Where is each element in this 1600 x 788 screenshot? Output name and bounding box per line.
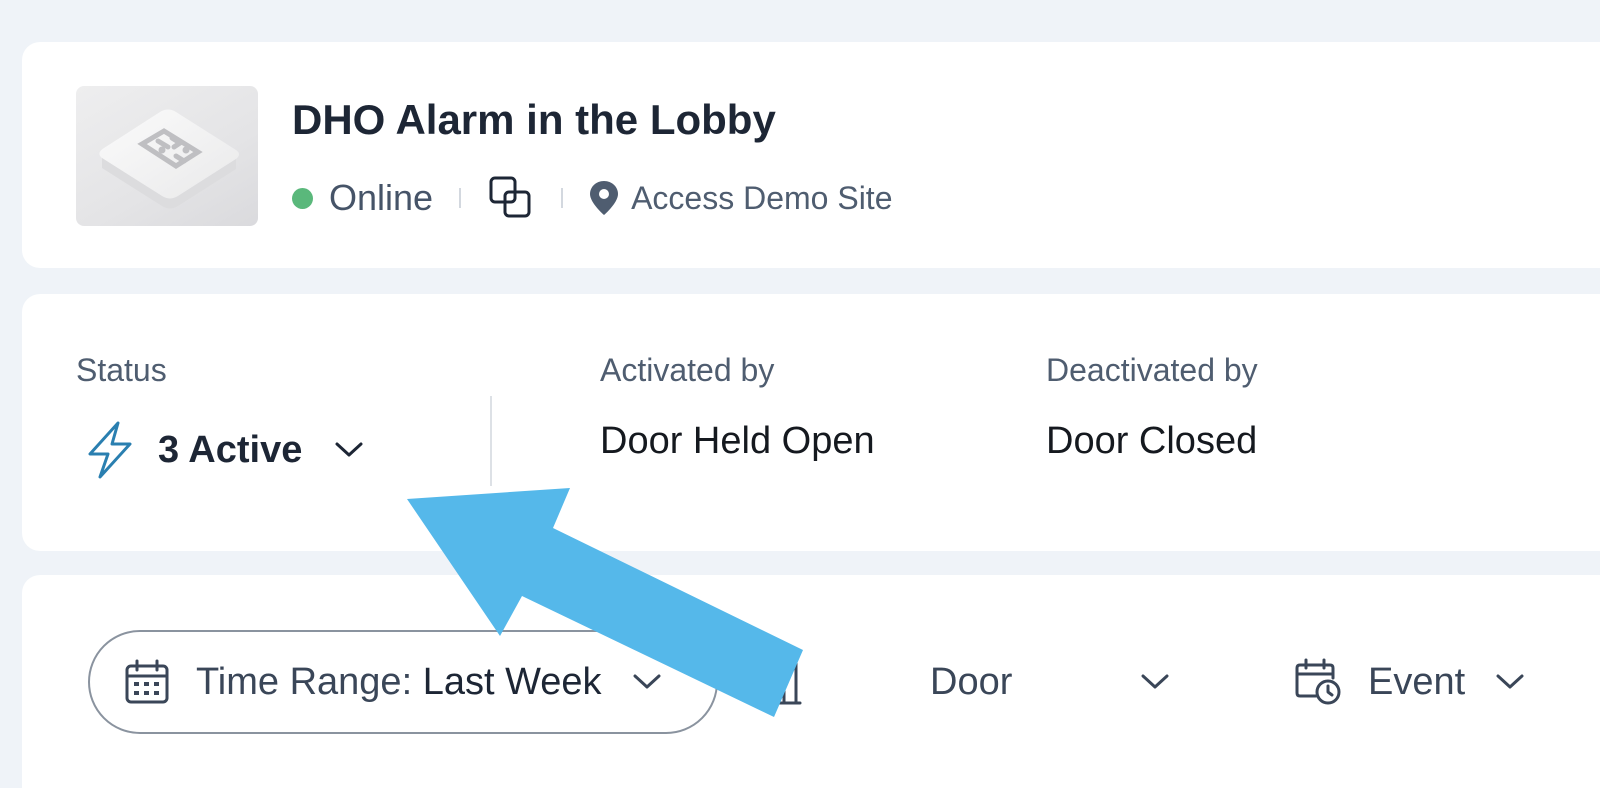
event-filter-label: Event <box>1368 660 1466 703</box>
lightning-bolt-icon <box>82 420 158 480</box>
meta-separator <box>459 188 462 208</box>
status-divider <box>490 396 492 486</box>
calendar-icon <box>124 659 170 705</box>
chevron-down-icon <box>632 673 662 691</box>
status-dropdown[interactable]: 3 Active <box>82 420 364 480</box>
door-filter-label: Door <box>930 660 1013 703</box>
site-link[interactable]: Access Demo Site <box>631 180 892 217</box>
chevron-down-icon <box>1495 673 1525 691</box>
device-status: Online <box>329 177 434 218</box>
event-filters-card: Time Range: Last Week Door Event <box>22 575 1600 788</box>
copy-icon[interactable] <box>487 174 535 222</box>
activated-by-label: Activated by <box>600 352 775 388</box>
time-range-value: Last Week <box>422 660 602 703</box>
activated-by-value: Door Held Open <box>600 420 875 462</box>
deactivated-by-label: Deactivated by <box>1046 352 1258 388</box>
time-range-text: Time Range: Last Week <box>196 661 602 704</box>
calendar-clock-icon <box>1294 658 1342 706</box>
device-meta-row: Online Access Demo Site <box>292 172 892 224</box>
status-label: Status <box>76 352 167 388</box>
time-range-prefix: Time Range: <box>196 660 413 703</box>
location-pin-icon <box>589 180 631 216</box>
door-filter[interactable]: Door <box>762 637 1170 727</box>
chevron-down-icon <box>334 441 364 459</box>
alarm-detail-page: DHO Alarm in the Lobby Online Access Dem… <box>0 0 1600 788</box>
status-value: 3 Active <box>158 428 303 471</box>
time-range-filter[interactable]: Time Range: Last Week <box>88 630 718 734</box>
event-filter[interactable]: Event <box>1294 637 1525 727</box>
deactivated-by-value: Door Closed <box>1046 420 1258 462</box>
meta-separator <box>561 188 564 208</box>
status-dot <box>292 187 313 209</box>
device-thumbnail <box>76 86 258 226</box>
device-title: DHO Alarm in the Lobby <box>292 96 776 143</box>
alarm-status-card: Status 3 Active Activated by Door Held O… <box>22 294 1600 551</box>
door-icon <box>762 659 802 705</box>
chevron-down-icon <box>1140 673 1170 691</box>
device-header-card: DHO Alarm in the Lobby Online Access Dem… <box>22 42 1600 268</box>
